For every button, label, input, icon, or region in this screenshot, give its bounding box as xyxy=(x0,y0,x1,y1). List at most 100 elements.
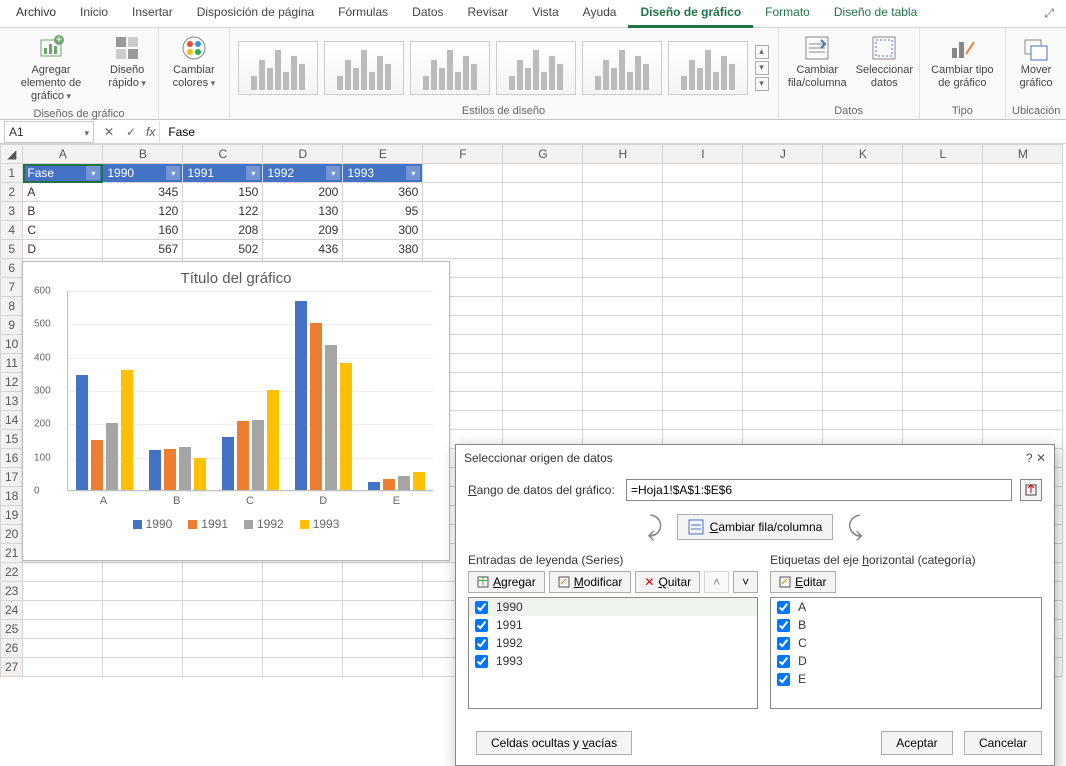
chart-bar[interactable] xyxy=(164,449,176,490)
filter-dropdown-icon[interactable]: ▾ xyxy=(326,166,340,180)
cell[interactable]: 209 xyxy=(263,221,343,240)
cell[interactable] xyxy=(183,563,263,582)
row-header[interactable]: 17 xyxy=(1,468,23,487)
cell[interactable] xyxy=(103,620,183,639)
cell[interactable] xyxy=(423,202,503,221)
cell[interactable]: D xyxy=(23,240,103,259)
series-move-up-button[interactable]: ˄ xyxy=(704,571,729,593)
cell[interactable] xyxy=(663,354,743,373)
cell[interactable] xyxy=(423,240,503,259)
cell[interactable] xyxy=(583,297,663,316)
chart-bar[interactable] xyxy=(267,390,279,490)
cell[interactable] xyxy=(663,202,743,221)
chart-bar[interactable] xyxy=(194,458,206,490)
cell[interactable]: 502 xyxy=(183,240,263,259)
cell[interactable] xyxy=(343,601,423,620)
row-header[interactable]: 19 xyxy=(1,506,23,525)
column-header[interactable]: L xyxy=(903,145,983,164)
cell[interactable] xyxy=(743,373,823,392)
chart-bar[interactable] xyxy=(383,479,395,490)
cell[interactable] xyxy=(263,639,343,658)
cell[interactable] xyxy=(743,259,823,278)
cell[interactable] xyxy=(663,297,743,316)
cell[interactable] xyxy=(743,297,823,316)
cell[interactable] xyxy=(343,658,423,677)
cell[interactable] xyxy=(823,202,903,221)
row-header[interactable]: 14 xyxy=(1,411,23,430)
cell[interactable]: 345 xyxy=(103,183,183,202)
column-header[interactable]: D xyxy=(263,145,343,164)
chart-plot-area[interactable]: 0100200300400500600 xyxy=(67,291,433,491)
cell[interactable] xyxy=(743,221,823,240)
column-header[interactable]: B xyxy=(103,145,183,164)
chart-bar[interactable] xyxy=(149,450,161,490)
cell[interactable] xyxy=(183,658,263,677)
cell[interactable] xyxy=(743,335,823,354)
table-header-cell[interactable]: 1991▾ xyxy=(183,164,263,183)
chart-style-thumb[interactable] xyxy=(324,41,404,95)
cell[interactable] xyxy=(743,164,823,183)
chart-style-thumb[interactable] xyxy=(582,41,662,95)
ribbon-tab-datos[interactable]: Datos xyxy=(400,0,455,28)
table-header-cell[interactable]: 1992▾ xyxy=(263,164,343,183)
chart-bar[interactable] xyxy=(121,370,133,490)
series-add-button[interactable]: ＋Agregar xyxy=(468,571,545,593)
cell[interactable]: B xyxy=(23,202,103,221)
filter-dropdown-icon[interactable]: ▾ xyxy=(166,166,180,180)
formula-input[interactable] xyxy=(159,121,1066,143)
chart-legend-item[interactable]: 1992 xyxy=(244,517,284,531)
cell[interactable] xyxy=(903,278,983,297)
ribbon-tab-disposición-de-página[interactable]: Disposición de página xyxy=(185,0,326,28)
chart-bar[interactable] xyxy=(179,447,191,490)
ribbon-tab-diseño-de-gráfico[interactable]: Diseño de gráfico xyxy=(628,0,753,28)
series-move-down-button[interactable]: ˅ xyxy=(733,571,758,593)
switch-row-column-button[interactable]: Cambiar fila/columna xyxy=(785,32,851,92)
dialog-help-button[interactable]: ? xyxy=(1026,451,1033,465)
cell[interactable] xyxy=(23,639,103,658)
cell[interactable]: 122 xyxy=(183,202,263,221)
cell[interactable] xyxy=(743,392,823,411)
embedded-chart[interactable]: Título del gráfico 0100200300400500600 A… xyxy=(22,261,450,561)
cell[interactable] xyxy=(503,240,583,259)
cell[interactable] xyxy=(903,202,983,221)
chart-legend-item[interactable]: 1990 xyxy=(133,517,173,531)
cell[interactable] xyxy=(743,202,823,221)
chart-bar[interactable] xyxy=(106,423,118,490)
cell[interactable] xyxy=(583,335,663,354)
cell[interactable] xyxy=(663,240,743,259)
chart-bar[interactable] xyxy=(237,421,249,490)
cell[interactable] xyxy=(343,639,423,658)
dialog-accept-button[interactable]: Aceptar xyxy=(881,731,952,755)
chart-bar[interactable] xyxy=(76,375,88,490)
cell[interactable] xyxy=(583,164,663,183)
add-chart-element-button[interactable]: + Agregar elemento de gráfico xyxy=(6,32,96,106)
cell[interactable] xyxy=(583,202,663,221)
cell[interactable] xyxy=(263,582,343,601)
filter-dropdown-icon[interactable]: ▾ xyxy=(246,166,260,180)
cell[interactable] xyxy=(823,411,903,430)
cell[interactable] xyxy=(903,240,983,259)
filter-dropdown-icon[interactable]: ▾ xyxy=(406,166,420,180)
cell[interactable] xyxy=(583,411,663,430)
gallery-scroll-button[interactable]: ▴ xyxy=(755,45,769,59)
cell[interactable] xyxy=(423,183,503,202)
cell[interactable] xyxy=(743,183,823,202)
column-header[interactable]: F xyxy=(423,145,503,164)
cell[interactable] xyxy=(663,278,743,297)
cell[interactable] xyxy=(823,259,903,278)
cell[interactable] xyxy=(503,221,583,240)
chart-bar[interactable] xyxy=(252,420,264,490)
cell[interactable] xyxy=(103,563,183,582)
category-list-item[interactable]: B xyxy=(771,616,1041,634)
row-header[interactable]: 4 xyxy=(1,221,23,240)
cell[interactable] xyxy=(983,335,1063,354)
cell[interactable] xyxy=(823,316,903,335)
cell[interactable] xyxy=(823,164,903,183)
cell[interactable] xyxy=(503,335,583,354)
cell[interactable] xyxy=(823,373,903,392)
cell[interactable] xyxy=(663,373,743,392)
row-header[interactable]: 6 xyxy=(1,259,23,278)
cell[interactable]: 208 xyxy=(183,221,263,240)
cell[interactable] xyxy=(583,354,663,373)
cell[interactable] xyxy=(23,582,103,601)
